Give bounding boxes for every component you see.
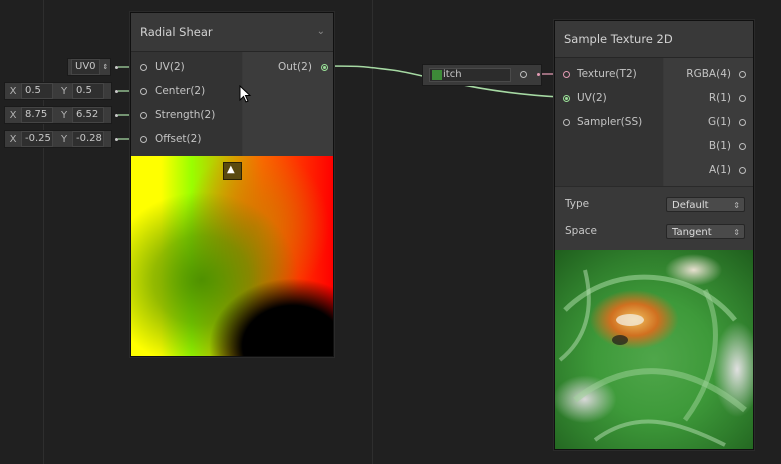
port-label: UV(2) [155, 61, 185, 73]
swirl-stroke [558, 269, 591, 362]
port-circle-icon [739, 94, 746, 102]
port-label: A(1) [708, 164, 731, 176]
swirl-blob [612, 335, 628, 345]
radial-shear-node[interactable]: Radial Shear ⌄ UV(2) Center(2) Strength(… [130, 12, 334, 357]
floating-node-label: itch [443, 69, 462, 80]
type-label: Type [565, 198, 590, 210]
port-label: UV(2) [577, 92, 607, 104]
space-dropdown[interactable]: Tangent ⇕ [666, 224, 745, 239]
port-label: Offset(2) [155, 133, 202, 145]
sample-texture-title: Sample Texture 2D [564, 32, 673, 46]
strength-x-label: X [9, 109, 17, 121]
texture-swirl-pattern [558, 269, 747, 447]
swirl-stroke [573, 368, 747, 413]
swirl-stroke [682, 288, 718, 422]
collapse-preview-button[interactable]: ▲ [223, 162, 242, 180]
settings-panel: Type Default ⇕ Space Tangent ⇕ [555, 186, 753, 249]
sample-texture-preview [555, 250, 753, 449]
port-label: Strength(2) [155, 109, 216, 121]
output-port-r[interactable]: R(1) [709, 92, 746, 104]
port-connector-dot [115, 114, 118, 117]
port-label: Center(2) [155, 85, 206, 97]
node-title[interactable]: Sample Texture 2D [555, 21, 753, 58]
offset-x-input[interactable]: -0.25 [21, 131, 53, 147]
port-label: G(1) [707, 116, 731, 128]
input-port-texture[interactable]: Texture(T2) [563, 68, 637, 80]
output-port-g[interactable]: G(1) [708, 116, 746, 128]
radial-shear-title: Radial Shear [140, 25, 213, 39]
mouse-cursor-icon [239, 85, 252, 103]
output-port-out[interactable]: Out(2) [278, 61, 328, 73]
space-label: Space [565, 225, 597, 237]
port-connector-dot [115, 90, 118, 93]
port-connector-dot [115, 66, 118, 69]
chevron-up-icon: ▲ [227, 164, 235, 175]
chevron-down-icon[interactable]: ⌄ [317, 13, 325, 51]
cursor-arrow [239, 85, 252, 103]
floating-node[interactable]: itch [422, 64, 542, 86]
output-port-b[interactable]: B(1) [709, 140, 746, 152]
output-port-a[interactable]: A(1) [709, 164, 746, 176]
space-value: Tangent [672, 227, 712, 238]
port-label: Sampler(SS) [577, 116, 643, 128]
offset-x-label: X [9, 133, 17, 145]
input-port-center[interactable]: Center(2) [140, 85, 205, 97]
input-port-uv[interactable]: UV(2) [140, 61, 185, 73]
grid-line [43, 0, 44, 464]
port-label: B(1) [708, 140, 731, 152]
input-port-offset[interactable]: Offset(2) [140, 133, 201, 145]
center-x-input[interactable]: 0.5 [21, 83, 53, 99]
radial-shear-preview: ▲ [131, 156, 333, 356]
port-circle-icon [140, 135, 147, 143]
settings-circle-icon[interactable] [520, 71, 527, 78]
port-label: R(1) [708, 92, 731, 104]
port-circle-icon [739, 70, 746, 78]
strength-y-input[interactable]: 6.52 [72, 107, 104, 123]
port-label: Out(2) [278, 61, 312, 73]
port-circle-icon [563, 118, 570, 126]
uv-channel-value: UV0 [71, 59, 100, 75]
center-x-label: X [9, 85, 17, 97]
swirl-blob [616, 314, 644, 326]
port-circle-icon [563, 94, 570, 102]
offset-y-label: Y [60, 133, 68, 145]
port-circle-icon [320, 63, 328, 71]
port-connector-dot [115, 138, 118, 141]
port-circle-icon [563, 70, 570, 78]
port-circle-icon [140, 87, 147, 95]
center-y-label: Y [60, 85, 68, 97]
input-port-uv[interactable]: UV(2) [563, 92, 607, 104]
floating-node-field[interactable]: itch [429, 68, 511, 82]
swirl-stroke [593, 419, 726, 447]
port-label: Texture(T2) [577, 68, 637, 80]
grid-line [372, 0, 373, 464]
port-circle-icon [739, 166, 746, 174]
offset-y-input[interactable]: -0.28 [72, 131, 104, 147]
output-port-rgba[interactable]: RGBA(4) [686, 68, 746, 80]
type-value: Default [672, 200, 709, 211]
center-vector-field[interactable]: X 0.5 Y 0.5 [4, 82, 112, 100]
center-y-input[interactable]: 0.5 [72, 83, 104, 99]
port-label: RGBA(4) [686, 68, 731, 80]
port-circle-icon [140, 111, 147, 119]
port-circle-icon [739, 142, 746, 150]
input-port-strength[interactable]: Strength(2) [140, 109, 215, 121]
strength-vector-field[interactable]: X 8.75 Y 6.52 [4, 106, 112, 124]
port-circle-icon [140, 63, 147, 71]
texture-swatch-icon [432, 70, 442, 80]
chevron-updown-icon: ⇕ [733, 228, 740, 237]
port-connector-dot [537, 73, 540, 76]
type-dropdown[interactable]: Default ⇕ [666, 197, 745, 212]
sample-texture-2d-node[interactable]: Sample Texture 2D Texture(T2) UV(2) Samp… [554, 20, 754, 450]
input-port-sampler[interactable]: Sampler(SS) [563, 116, 642, 128]
port-circle-icon [739, 118, 746, 126]
chevron-updown-icon: ⇕ [102, 63, 109, 71]
chevron-updown-icon: ⇕ [733, 201, 740, 210]
node-title[interactable]: Radial Shear ⌄ [131, 13, 333, 52]
offset-vector-field[interactable]: X -0.25 Y -0.28 [4, 130, 112, 148]
strength-y-label: Y [60, 109, 68, 121]
strength-x-input[interactable]: 8.75 [21, 107, 53, 123]
uv-channel-select[interactable]: UV0 ⇕ [67, 58, 111, 76]
